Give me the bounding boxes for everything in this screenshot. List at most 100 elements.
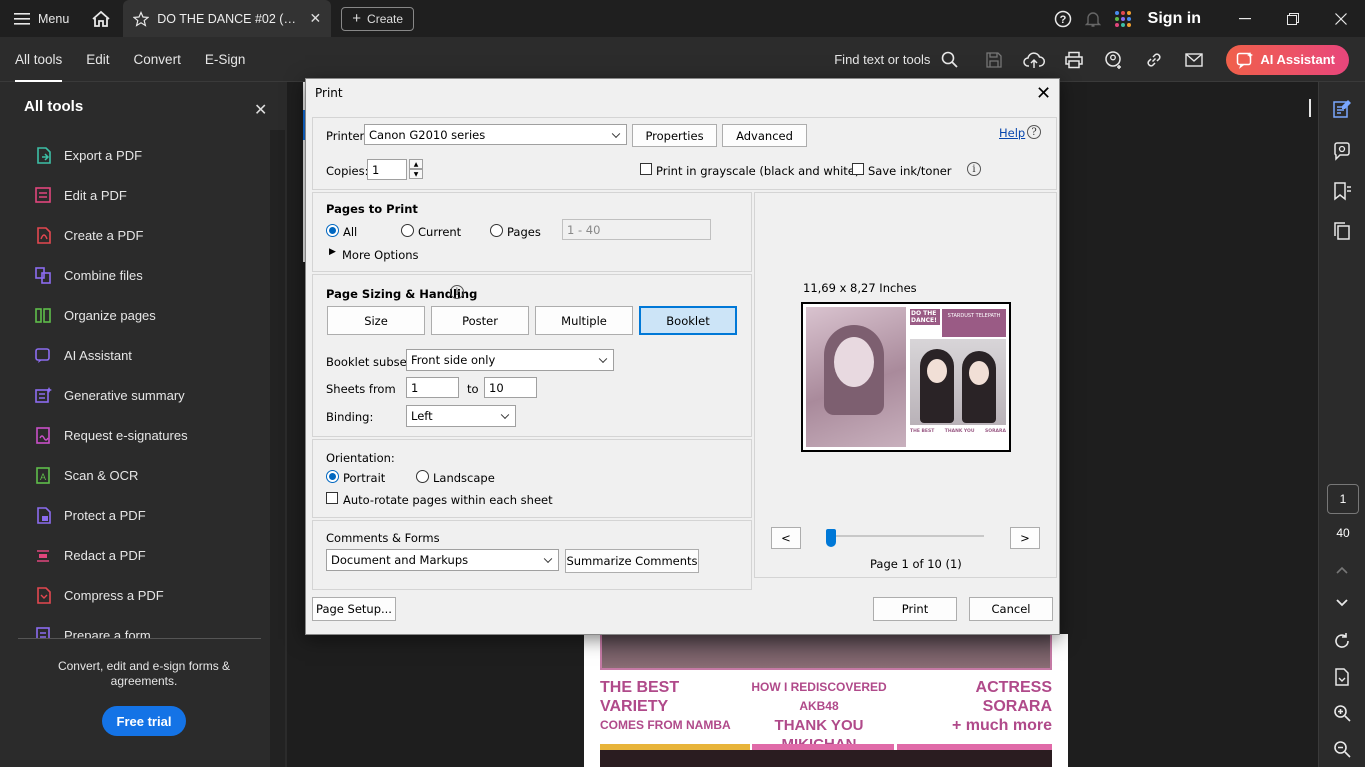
window-close-icon[interactable] bbox=[1317, 0, 1365, 37]
preview-slider-thumb[interactable] bbox=[826, 529, 836, 547]
total-pages: 40 bbox=[1336, 526, 1350, 540]
sign-in-button[interactable]: Sign in bbox=[1138, 10, 1221, 28]
share-user-icon[interactable] bbox=[1094, 37, 1134, 82]
save-icon[interactable] bbox=[974, 37, 1014, 82]
chevron-up-icon[interactable] bbox=[1331, 559, 1353, 581]
minimize-icon[interactable] bbox=[1221, 0, 1269, 37]
tool-item[interactable]: Redact a PDF bbox=[0, 535, 270, 575]
tool-item[interactable]: Generative summary bbox=[0, 375, 270, 415]
ai-assistant-button[interactable]: AI Assistant bbox=[1226, 44, 1349, 75]
preview-slider-track[interactable] bbox=[826, 535, 984, 537]
cancel-button[interactable]: Cancel bbox=[969, 597, 1053, 621]
home-button[interactable] bbox=[83, 0, 119, 37]
sheets-to-input[interactable]: 10 bbox=[484, 377, 537, 398]
save-ink-info-icon[interactable]: i bbox=[967, 162, 981, 176]
help-link[interactable]: Help bbox=[999, 126, 1025, 140]
help-question-icon[interactable]: ? bbox=[1027, 125, 1041, 139]
dialog-close-icon[interactable]: ✕ bbox=[1036, 83, 1051, 104]
preview-next-button[interactable]: > bbox=[1010, 527, 1040, 549]
search-icon[interactable] bbox=[938, 37, 960, 82]
restore-icon[interactable] bbox=[1269, 0, 1317, 37]
page-fit-icon[interactable] bbox=[1331, 666, 1353, 688]
landscape-radio[interactable] bbox=[416, 470, 429, 483]
auto-rotate-checkbox[interactable] bbox=[326, 492, 338, 504]
edit-text-icon[interactable] bbox=[1331, 98, 1353, 120]
zoom-in-icon[interactable] bbox=[1331, 702, 1353, 724]
upload-cloud-icon[interactable] bbox=[1014, 37, 1054, 82]
tab-all-tools[interactable]: All tools bbox=[15, 37, 63, 82]
promo-text: Convert, edit and e-sign forms & agreeme… bbox=[57, 659, 231, 688]
save-ink-checkbox[interactable] bbox=[852, 163, 864, 175]
tool-item[interactable]: Prepare a form bbox=[0, 615, 270, 638]
tool-label: Create a PDF bbox=[64, 227, 144, 243]
print-dialog: Print ✕ Printer: Canon G2010 series Prop… bbox=[305, 78, 1060, 635]
panel-close-icon[interactable]: ✕ bbox=[254, 100, 267, 120]
summarize-comments-button[interactable]: Summarize Comments bbox=[565, 549, 699, 573]
poster-button[interactable]: Poster bbox=[431, 306, 529, 335]
zoom-out-icon[interactable] bbox=[1331, 738, 1353, 760]
page-setup-button[interactable]: Page Setup... bbox=[312, 597, 396, 621]
tab-esign[interactable]: E-Sign bbox=[205, 37, 246, 82]
preview-right-page: DO THE DANCE! STARDUST TELEPATH THE BEST… bbox=[908, 307, 1008, 447]
copies-input[interactable]: 1 bbox=[367, 159, 407, 180]
tool-item[interactable]: Combine files bbox=[0, 255, 270, 295]
find-text-label[interactable]: Find text or tools bbox=[834, 52, 930, 67]
tool-item[interactable]: Request e-signatures bbox=[0, 415, 270, 455]
expand-triangle-icon[interactable]: ▶ bbox=[329, 247, 336, 257]
preview-prev-button[interactable]: < bbox=[771, 527, 801, 549]
more-options-toggle[interactable]: More Options bbox=[342, 248, 419, 262]
current-page-radio[interactable] bbox=[401, 224, 414, 237]
tool-item[interactable]: Compress a PDF bbox=[0, 575, 270, 615]
notification-bell-icon[interactable] bbox=[1078, 0, 1108, 37]
size-button[interactable]: Size bbox=[327, 306, 425, 335]
tool-item[interactable]: Protect a PDF bbox=[0, 495, 270, 535]
booklet-subset-select[interactable]: Front side only bbox=[406, 349, 614, 371]
chevron-down-icon[interactable] bbox=[1331, 592, 1353, 614]
tool-item[interactable]: Create a PDF bbox=[0, 215, 270, 255]
panel-scrollbar[interactable] bbox=[270, 130, 285, 767]
copies-up-icon[interactable]: ▲ bbox=[409, 159, 423, 169]
binding-select[interactable]: Left bbox=[406, 405, 516, 427]
grayscale-checkbox[interactable] bbox=[640, 163, 652, 175]
tab-edit[interactable]: Edit bbox=[86, 37, 109, 82]
link-icon[interactable] bbox=[1134, 37, 1174, 82]
email-icon[interactable] bbox=[1174, 37, 1214, 82]
pages-icon[interactable] bbox=[1331, 220, 1353, 242]
tool-item[interactable]: Export a PDF bbox=[0, 135, 270, 175]
create-button[interactable]: + Create bbox=[341, 6, 415, 31]
menu-button[interactable]: Menu bbox=[0, 0, 83, 37]
booklet-button[interactable]: Booklet bbox=[639, 306, 737, 335]
page-sizing-info-icon[interactable]: i bbox=[450, 285, 464, 299]
document-tab[interactable]: DO THE DANCE #02 (be... ✕ bbox=[123, 0, 332, 37]
tab-close-icon[interactable]: ✕ bbox=[310, 10, 322, 27]
tool-label: Organize pages bbox=[64, 307, 156, 323]
print-icon[interactable] bbox=[1054, 37, 1094, 82]
comments-forms-select[interactable]: Document and Markups bbox=[326, 549, 559, 571]
pages-range-input[interactable]: 1 - 40 bbox=[562, 219, 711, 240]
sheets-from-input[interactable]: 1 bbox=[406, 377, 459, 398]
tool-item[interactable]: A Scan & OCR bbox=[0, 455, 270, 495]
save-ink-label: Save ink/toner bbox=[868, 164, 952, 178]
tool-item[interactable]: AI Assistant bbox=[0, 335, 270, 375]
all-pages-radio[interactable] bbox=[326, 224, 339, 237]
free-trial-button[interactable]: Free trial bbox=[102, 706, 186, 736]
bookmark-icon[interactable] bbox=[1331, 180, 1353, 202]
properties-button[interactable]: Properties bbox=[632, 124, 717, 147]
multiple-button[interactable]: Multiple bbox=[535, 306, 633, 335]
printer-select[interactable]: Canon G2010 series bbox=[364, 124, 627, 145]
current-page-input[interactable]: 1 bbox=[1327, 484, 1359, 514]
print-button[interactable]: Print bbox=[873, 597, 957, 621]
apps-grid-icon[interactable] bbox=[1108, 0, 1138, 37]
help-icon[interactable]: ? bbox=[1048, 0, 1078, 37]
preview-cover-footer: THE BEST THANK YOU SORARA bbox=[910, 429, 1006, 434]
refresh-icon[interactable] bbox=[1331, 630, 1353, 652]
pages-range-radio[interactable] bbox=[490, 224, 503, 237]
tab-convert[interactable]: Convert bbox=[134, 37, 181, 82]
copies-down-icon[interactable]: ▼ bbox=[409, 169, 423, 179]
star-icon[interactable] bbox=[133, 10, 150, 27]
comment-icon[interactable] bbox=[1331, 140, 1353, 162]
advanced-button[interactable]: Advanced bbox=[722, 124, 807, 147]
tool-item[interactable]: Organize pages bbox=[0, 295, 270, 335]
tool-item[interactable]: Edit a PDF bbox=[0, 175, 270, 215]
portrait-radio[interactable] bbox=[326, 470, 339, 483]
